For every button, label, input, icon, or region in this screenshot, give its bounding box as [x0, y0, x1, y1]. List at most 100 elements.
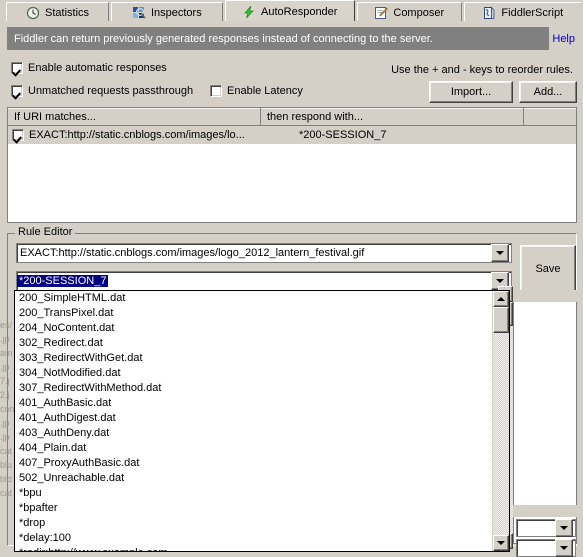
rules-grid-header: If URI matches... then respond with...	[8, 108, 576, 126]
save-button[interactable]: Save	[520, 245, 576, 293]
background-session-fragment: bld	[0, 474, 13, 484]
tab-composer[interactable]: Composer	[356, 2, 462, 22]
tab-strip: Statistics Inspectors AutoResponder Comp…	[0, 0, 583, 22]
info-bar-message: Fiddler can return previously generated …	[14, 32, 433, 45]
match-uri-dropdown-button[interactable]	[491, 244, 509, 262]
tab-composer-label: Composer	[393, 6, 445, 19]
caret-down-icon	[497, 541, 505, 545]
dropdown-scrollbar-track[interactable]	[493, 307, 509, 535]
background-session-fragment: es/	[0, 320, 13, 330]
dropdown-item[interactable]: 200_TransPixel.dat	[15, 306, 492, 321]
dropdown-item[interactable]: *redir:http://www.example.com	[15, 546, 492, 551]
add-button-label: Add...	[533, 86, 563, 98]
tab-inspectors-label: Inspectors	[150, 6, 202, 19]
background-session-fragment: 7.j	[0, 376, 10, 386]
dropdown-item[interactable]: 407_ProxyAuthBasic.dat	[15, 456, 492, 471]
lightning-bolt-icon	[242, 5, 256, 19]
dropdown-item[interactable]: 307_RedirectWithMethod.dat	[15, 381, 492, 396]
rules-grid-body[interactable]: EXACT:http://static.cnblogs.com/images/l…	[8, 126, 576, 222]
background-session-fragment: 2.j	[0, 390, 10, 400]
tab-statistics[interactable]: Statistics	[6, 2, 110, 22]
match-uri-value: EXACT:http://static.cnblogs.com/images/l…	[20, 247, 365, 259]
background-session-fragment	[0, 514, 14, 528]
background-session-fragment	[0, 528, 14, 542]
background-session-fragment	[0, 500, 14, 514]
dropdown-scroll-up-button[interactable]	[493, 291, 509, 307]
chevron-down-icon	[496, 279, 504, 283]
background-session-fragment	[0, 542, 14, 552]
unmatched-requests-passthrough-row[interactable]: Unmatched requests passthrough	[11, 85, 193, 97]
respond-with-combobox[interactable]: *200-SESSION_7	[16, 271, 512, 291]
rule-enabled-checkbox[interactable]	[12, 129, 24, 141]
reorder-hint: Use the + and - keys to reorder rules.	[391, 64, 573, 76]
enable-automatic-responses-checkbox[interactable]	[11, 62, 23, 74]
respond-with-value: *200-SESSION_7	[17, 275, 109, 287]
enable-latency-label: Enable Latency	[227, 85, 303, 97]
tab-strip-underline	[0, 21, 583, 23]
unmatched-requests-passthrough-checkbox[interactable]	[11, 85, 23, 97]
dropdown-item[interactable]: 401_AuthBasic.dat	[15, 396, 492, 411]
unmatched-requests-passthrough-label: Unmatched requests passthrough	[28, 85, 194, 97]
dropdown-item[interactable]: 200_SimpleHTML.dat	[15, 291, 492, 306]
import-button[interactable]: Import...	[429, 81, 513, 103]
dropdown-scroll-down-button[interactable]	[493, 535, 509, 551]
enable-automatic-responses-row[interactable]: Enable automatic responses	[11, 62, 167, 74]
tab-inspectors[interactable]: Inspectors	[111, 2, 223, 22]
dropdown-item[interactable]: *bpafter	[15, 501, 492, 516]
background-combo-1-button[interactable]	[555, 519, 573, 537]
column-header-spacer	[524, 108, 576, 125]
rule-editor-title: Rule Editor	[15, 226, 76, 238]
enable-latency-checkbox[interactable]	[210, 85, 222, 97]
dropdown-item[interactable]: 403_AuthDeny.dat	[15, 426, 492, 441]
dropdown-item[interactable]: 302_Redirect.dat	[15, 336, 492, 351]
dropdown-item[interactable]: *bpu	[15, 486, 492, 501]
dropdown-scrollbar[interactable]	[492, 291, 509, 551]
column-header-respond[interactable]: then respond with...	[261, 108, 524, 125]
dropdown-items[interactable]: 200_SimpleHTML.dat 200_TransPixel.dat 204_…	[15, 291, 492, 551]
enable-automatic-responses-label: Enable automatic responses	[28, 62, 167, 74]
clock-icon	[26, 6, 40, 20]
caret-up-icon	[497, 297, 505, 301]
background-combo-2-button[interactable]	[555, 539, 573, 557]
dropdown-item[interactable]: 404_Plain.dat	[15, 441, 492, 456]
background-session-fragment	[0, 304, 14, 318]
rules-grid[interactable]: If URI matches... then respond with... E…	[7, 107, 577, 223]
dropdown-item[interactable]: 502_Unreachable.dat	[15, 471, 492, 486]
enable-latency-row[interactable]: Enable Latency	[210, 85, 303, 97]
notepad-pencil-icon	[374, 6, 389, 20]
tab-statistics-label: Statistics	[45, 6, 90, 19]
background-session-fragment: con	[0, 404, 14, 414]
background-right-panel-splitter	[513, 505, 577, 517]
dropdown-item[interactable]: 303_RedirectWithGet.dat	[15, 351, 492, 366]
tab-autoresponder-label: AutoResponder	[261, 5, 338, 18]
add-button[interactable]: Add...	[519, 81, 577, 103]
background-combo-2[interactable]	[516, 539, 576, 557]
background-session-fragment: cat	[0, 488, 13, 498]
column-header-uri[interactable]: If URI matches...	[8, 108, 261, 125]
respond-with-dropdown-list[interactable]: 200_SimpleHTML.dat 200_TransPixel.dat 204_…	[14, 290, 510, 552]
script-page-icon	[482, 6, 496, 20]
dropdown-item[interactable]: 304_NotModified.dat	[15, 366, 492, 381]
dropdown-item[interactable]: 401_AuthDigest.dat	[15, 411, 492, 426]
match-uri-combobox[interactable]: EXACT:http://static.cnblogs.com/images/l…	[16, 243, 512, 263]
background-session-fragment: am	[0, 348, 13, 358]
background-right-panel-header	[513, 290, 577, 302]
background-combo-1[interactable]	[516, 519, 576, 537]
help-link[interactable]: Help	[552, 33, 575, 45]
dropdown-item[interactable]: *delay:100	[15, 531, 492, 546]
background-session-fragment: cat	[0, 446, 13, 456]
tab-autoresponder[interactable]: AutoResponder	[224, 0, 355, 22]
dropdown-item[interactable]: *drop	[15, 516, 492, 531]
chevron-down-icon	[560, 546, 568, 550]
magnifier-grid-icon	[132, 6, 146, 20]
background-session-list: es/ .jp am .jp 7.j 2.j con .jp .jp cat blu bld cat	[0, 290, 14, 552]
dropdown-item[interactable]: 204_NoContent.dat	[15, 321, 492, 336]
tab-fiddlerscript[interactable]: FiddlerScript	[463, 2, 581, 22]
background-session-fragment: .jp	[0, 334, 10, 344]
tab-fiddlerscript-label: FiddlerScript	[501, 6, 564, 19]
background-session-fragment: blu	[0, 460, 13, 470]
dropdown-scrollbar-thumb[interactable]	[493, 307, 509, 333]
rule-respond-text: *200-SESSION_7	[299, 129, 387, 141]
table-row[interactable]: EXACT:http://static.cnblogs.com/images/l…	[8, 126, 576, 144]
chevron-down-icon	[560, 526, 568, 530]
